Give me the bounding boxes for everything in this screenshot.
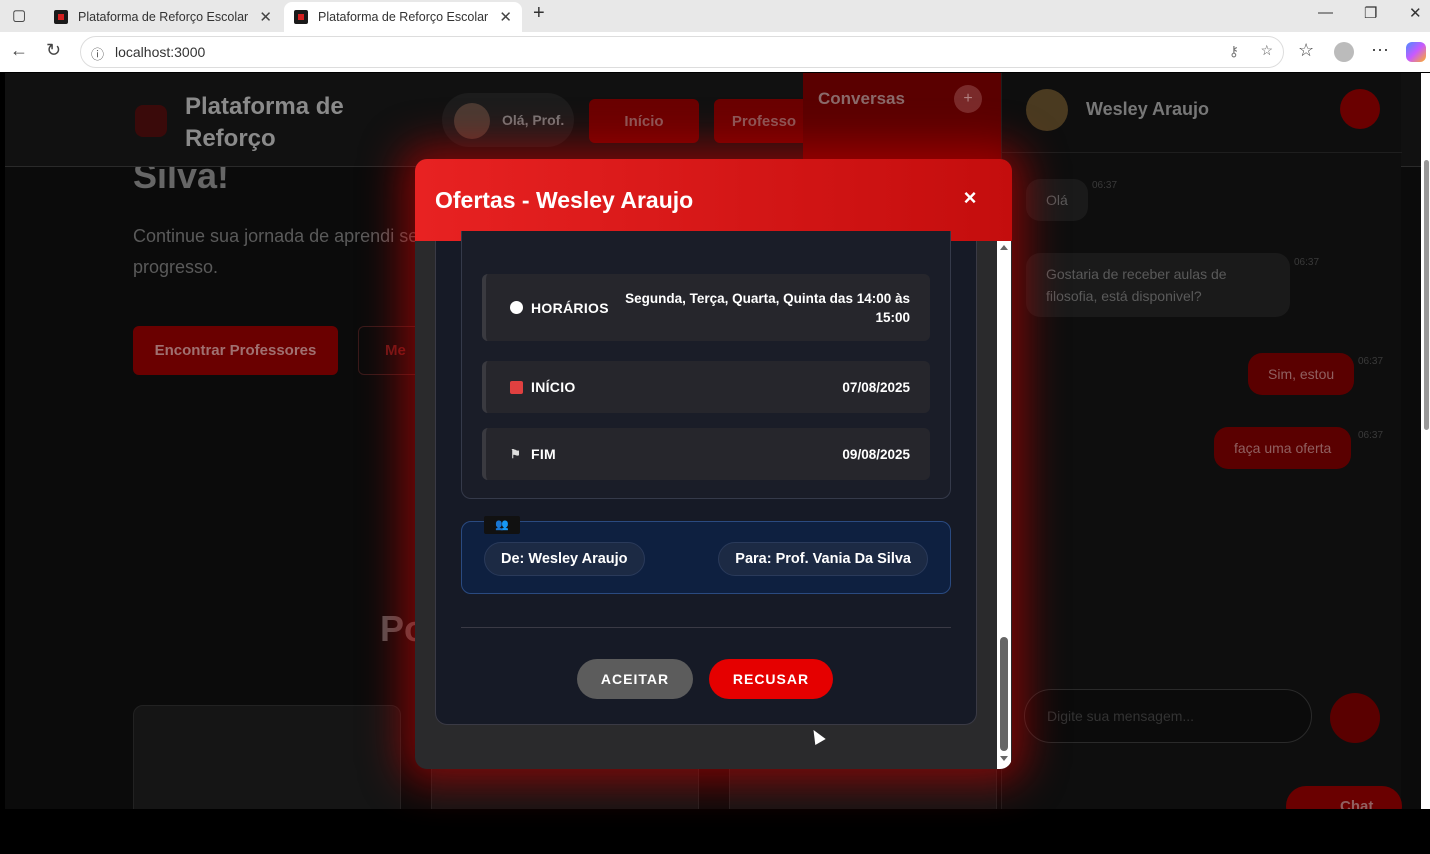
from-to-box: 👥 De: Wesley Araujo Para: Prof. Vania Da… [461,516,951,594]
message-bubble: Olá [1026,179,1088,221]
more-icon[interactable]: ⋯ [1371,40,1389,61]
detail-value: 07/08/2025 [842,379,910,395]
browser-toolbar: ← ↻ ⓘ localhost:3000 ⚷ ☆ ☆ ⋯ [0,32,1430,72]
calendar-icon [510,380,523,394]
favorite-star-icon[interactable]: ☆ [1260,42,1273,59]
close-tab-icon[interactable]: ✕ [259,8,272,26]
page-scrollbar-thumb[interactable] [1424,160,1429,430]
reject-button[interactable]: RECUSAR [709,659,833,699]
offer-icon[interactable] [1340,89,1380,129]
chat-window: Wesley Araujo Olá 06:37 Gostaria de rece… [1001,73,1402,809]
user-greeting[interactable]: Olá, Prof. [442,93,574,147]
message-time: 06:37 [1294,257,1320,268]
divider [461,627,951,628]
send-button[interactable] [1330,693,1380,743]
accept-button[interactable]: ACEITAR [577,659,693,699]
contact-name: Wesley Araujo [1086,99,1210,119]
message-time: 06:37 [1092,180,1118,191]
minimize-icon[interactable]: — [1318,4,1333,21]
message-bubble: faça uma oferta [1214,427,1352,469]
restore-icon[interactable]: ❐ [1364,4,1377,22]
detail-row-horarios: HORÁRIOS Segunda, Terça, Quarta, Quinta … [482,274,930,341]
offers-modal: Ofertas - Wesley Araujo × HORÁRIOS Segun… [415,159,1012,769]
to-pill: Para: Prof. Vania Da Silva [718,542,928,576]
scroll-up-icon[interactable] [1000,245,1008,250]
contact-avatar [1026,89,1068,131]
conversations-title: Conversas [818,89,905,108]
new-conversation-button[interactable]: + [954,85,982,113]
detail-label: FIM [531,446,557,462]
nav-link-inicio[interactable]: Início [589,99,699,143]
url-text: localhost:3000 [115,44,206,60]
tab-actions-icon[interactable]: ▢ [12,6,26,24]
tab-title: Plataforma de Reforço Escolar [318,10,489,24]
favicon-icon [54,10,68,24]
offer-card: HORÁRIOS Segunda, Terça, Quarta, Quinta … [435,231,977,725]
from-pill: De: Wesley Araujo [484,542,645,576]
close-icon[interactable]: × [955,183,985,213]
detail-label: INÍCIO [531,379,576,395]
find-teachers-button[interactable]: Encontrar Professores [133,326,338,375]
message-input[interactable]: Digite sua mensagem... [1024,689,1312,743]
offer-details: HORÁRIOS Segunda, Terça, Quarta, Quinta … [461,231,951,499]
detail-row-fim: ⚑ FIM 09/08/2025 [482,428,930,480]
modal-header: Ofertas - Wesley Araujo × [415,159,1012,241]
favorites-icon[interactable]: ☆ [1298,40,1314,61]
reload-icon[interactable]: ↻ [46,40,61,61]
detail-value: 09/08/2025 [842,446,910,462]
detail-label: HORÁRIOS [531,299,609,316]
info-icon[interactable]: ⓘ [91,44,104,63]
flag-icon: ⚑ [510,446,522,461]
chat-toggle-button[interactable]: Chat [1286,786,1402,809]
favicon-icon [294,10,308,24]
browser-tab-active[interactable]: Plataforma de Reforço Escolar ✕ [284,2,522,32]
avatar [454,103,490,139]
logo-icon [135,105,167,137]
detail-value: Segunda, Terça, Quarta, Quinta das 14:00… [625,290,910,325]
hero-subtitle: Continue sua jornada de aprendi seu prog… [133,226,429,277]
message-time: 06:37 [1358,430,1384,441]
detail-row-inicio: INÍCIO 07/08/2025 [482,361,930,413]
clock-icon [510,301,523,314]
message-bubble: Gostaria de receber aulas de filosofia, … [1026,253,1290,317]
modal-scrollbar-thumb[interactable] [1000,637,1008,751]
browser-tab[interactable]: Plataforma de Reforço Escolar ✕ [44,2,282,32]
modal-title: Ofertas - Wesley Araujo [435,187,694,213]
key-icon[interactable]: ⚷ [1229,43,1239,60]
users-icon: 👥 [484,516,520,534]
close-window-icon[interactable]: ✕ [1409,4,1422,22]
brand-name: Plataforma de Reforço [185,93,344,152]
message-time: 06:37 [1358,356,1384,367]
scroll-down-icon[interactable] [1000,756,1008,761]
back-icon[interactable]: ← [10,40,28,61]
conversations-panel: Conversas + [803,73,1001,167]
feature-card[interactable] [133,705,401,809]
address-bar[interactable]: ⓘ localhost:3000 ⚷ ☆ [80,36,1284,68]
profile-icon[interactable] [1334,42,1354,62]
chat-header: Wesley Araujo [1002,73,1402,153]
close-tab-icon[interactable]: ✕ [499,8,512,26]
copilot-icon[interactable] [1406,42,1426,62]
new-tab-icon[interactable]: + [533,2,545,25]
browser-tab-bar: ▢ Plataforma de Reforço Escolar ✕ Plataf… [0,0,1430,32]
message-bubble: Sim, estou [1248,353,1355,395]
tab-title: Plataforma de Reforço Escolar [78,10,249,24]
greeting-text: Olá, Prof. [502,112,565,128]
nav-link-professores[interactable]: Professo [714,99,814,143]
